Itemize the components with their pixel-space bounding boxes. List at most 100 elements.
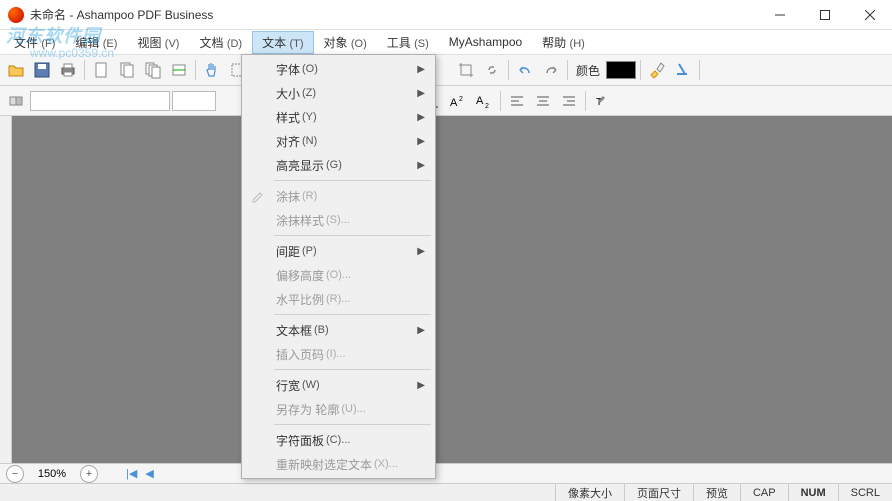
submenu-arrow-icon: ▶ xyxy=(417,246,425,257)
marker-button[interactable] xyxy=(671,58,695,82)
first-page-button[interactable]: |◀ xyxy=(126,467,137,480)
menu-edit[interactable]: 编辑 (E) xyxy=(65,31,127,54)
menu-separator xyxy=(274,235,431,236)
menu-separator xyxy=(274,424,431,425)
menu-item-redact-style[interactable]: 涂抹样式 (S)... xyxy=(244,208,433,232)
menu-separator xyxy=(274,314,431,315)
status-cap: CAP xyxy=(740,484,788,501)
font-family-input[interactable] xyxy=(30,91,170,111)
highlight-button[interactable] xyxy=(645,58,669,82)
separator xyxy=(195,60,196,80)
app-icon xyxy=(8,7,24,23)
menu-text[interactable]: 文本 (T) xyxy=(252,31,313,54)
menu-item-insert-page-number[interactable]: 插入页码 (I)... xyxy=(244,342,433,366)
undo-button[interactable] xyxy=(513,58,537,82)
menu-document[interactable]: 文档 (D) xyxy=(189,31,252,54)
pencil-icon xyxy=(250,188,266,204)
redo-button[interactable] xyxy=(539,58,563,82)
menu-item-offset-height[interactable]: 偏移高度 (O)... xyxy=(244,263,433,287)
prev-page-button[interactable]: ◀ xyxy=(145,467,153,480)
copy-doc-button[interactable] xyxy=(115,58,139,82)
multi-doc-button[interactable] xyxy=(141,58,165,82)
text-settings-button[interactable]: T xyxy=(590,89,614,113)
document-canvas[interactable] xyxy=(12,116,892,463)
separator xyxy=(567,60,568,80)
menu-item-spacing[interactable]: 间距 (P)▶ xyxy=(244,239,433,263)
crop-button[interactable] xyxy=(454,58,478,82)
submenu-arrow-icon: ▶ xyxy=(417,380,425,391)
menu-tools[interactable]: 工具 (S) xyxy=(377,31,439,54)
svg-text:A: A xyxy=(476,95,484,107)
submenu-arrow-icon: ▶ xyxy=(417,112,425,123)
separator xyxy=(699,60,700,80)
scan-button[interactable] xyxy=(167,58,191,82)
menu-object[interactable]: 对象 (O) xyxy=(314,31,377,54)
menu-text-dropdown: 字体 (O)▶ 大小 (Z)▶ 样式 (Y)▶ 对齐 (N)▶ 高亮显示 (G)… xyxy=(241,54,436,479)
work-area xyxy=(0,116,892,463)
save-button[interactable] xyxy=(30,58,54,82)
status-num: NUM xyxy=(788,484,838,501)
separator xyxy=(84,60,85,80)
menu-item-align[interactable]: 对齐 (N)▶ xyxy=(244,129,433,153)
minimize-button[interactable] xyxy=(757,0,802,30)
open-button[interactable] xyxy=(4,58,28,82)
submenu-arrow-icon: ▶ xyxy=(417,64,425,75)
menu-item-style[interactable]: 样式 (Y)▶ xyxy=(244,105,433,129)
menu-item-redact[interactable]: 涂抹 (R) xyxy=(244,184,433,208)
menu-item-highlight[interactable]: 高亮显示 (G)▶ xyxy=(244,153,433,177)
menu-help[interactable]: 帮助 (H) xyxy=(532,31,595,54)
submenu-arrow-icon: ▶ xyxy=(417,88,425,99)
font-size-input[interactable] xyxy=(172,91,216,111)
zoom-value[interactable]: 150% xyxy=(32,468,72,480)
menu-item-save-as-outline[interactable]: 另存为 轮廓 (U)... xyxy=(244,397,433,421)
separator xyxy=(640,60,641,80)
align-right-button[interactable] xyxy=(557,89,581,113)
separator xyxy=(508,60,509,80)
status-pixel-size: 像素大小 xyxy=(555,484,624,501)
title-bar: 未命名 - Ashampoo PDF Business xyxy=(0,0,892,30)
status-preview: 预览 xyxy=(693,484,740,501)
menu-item-horizontal-scale[interactable]: 水平比例 (R)... xyxy=(244,287,433,311)
svg-text:2: 2 xyxy=(485,103,489,109)
align-center-button[interactable] xyxy=(531,89,555,113)
window-title: 未命名 - Ashampoo PDF Business xyxy=(30,6,757,23)
close-button[interactable] xyxy=(847,0,892,30)
status-scrl: SCRL xyxy=(838,484,892,501)
menu-myashampoo[interactable]: MyAshampoo xyxy=(439,32,532,52)
menu-file[interactable]: 文件 (F) xyxy=(4,31,65,54)
zoom-bar: − 150% + |◀ ◀ xyxy=(0,463,892,483)
menu-item-line-width[interactable]: 行宽 (W)▶ xyxy=(244,373,433,397)
svg-text:2: 2 xyxy=(459,96,463,103)
subscript-button[interactable]: A2 xyxy=(472,89,496,113)
menu-item-font[interactable]: 字体 (O)▶ xyxy=(244,57,433,81)
window-buttons xyxy=(757,0,892,30)
menu-view[interactable]: 视图 (V) xyxy=(127,31,189,54)
menu-separator xyxy=(274,369,431,370)
zoom-out-button[interactable]: − xyxy=(6,465,24,483)
menu-bar: 文件 (F) 编辑 (E) 视图 (V) 文档 (D) 文本 (T) 对象 (O… xyxy=(0,30,892,54)
svg-text:A: A xyxy=(450,97,458,109)
zoom-in-button[interactable]: + xyxy=(80,465,98,483)
menu-item-text-box[interactable]: 文本框 (B)▶ xyxy=(244,318,433,342)
new-doc-button[interactable] xyxy=(89,58,113,82)
tab-toggle-button[interactable] xyxy=(4,89,28,113)
color-swatch[interactable] xyxy=(606,61,636,79)
submenu-arrow-icon: ▶ xyxy=(417,136,425,147)
print-button[interactable] xyxy=(56,58,80,82)
menu-item-remap-selected-text[interactable]: 重新映射选定文本 (X)... xyxy=(244,452,433,476)
toolbar-main: 颜色 xyxy=(0,54,892,86)
submenu-arrow-icon: ▶ xyxy=(417,325,425,336)
hand-tool-button[interactable] xyxy=(200,58,224,82)
menu-item-character-panel[interactable]: 字符面板 (C)... xyxy=(244,428,433,452)
link-button[interactable] xyxy=(480,58,504,82)
separator xyxy=(500,91,501,111)
status-page-size: 页面尺寸 xyxy=(624,484,693,501)
superscript-button[interactable]: A2 xyxy=(446,89,470,113)
menu-item-size[interactable]: 大小 (Z)▶ xyxy=(244,81,433,105)
side-panel[interactable] xyxy=(0,116,12,463)
align-left-button[interactable] xyxy=(505,89,529,113)
status-bar: 像素大小 页面尺寸 预览 CAP NUM SCRL xyxy=(0,483,892,501)
submenu-arrow-icon: ▶ xyxy=(417,160,425,171)
menu-separator xyxy=(274,180,431,181)
maximize-button[interactable] xyxy=(802,0,847,30)
